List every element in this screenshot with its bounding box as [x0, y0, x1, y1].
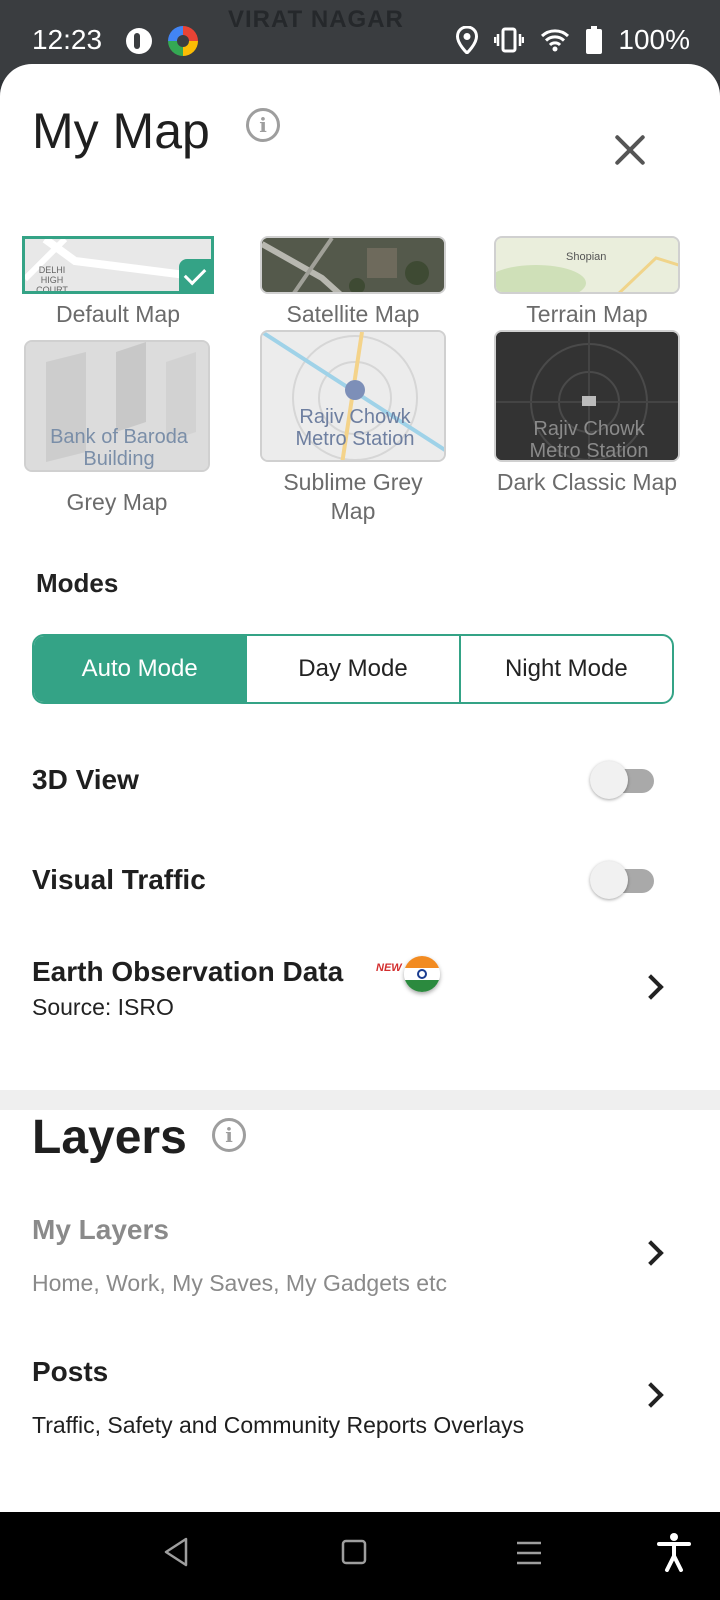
my-map-sheet: My Map i DELHI HIGH COURT Default Map Sa… — [0, 64, 720, 1512]
battery-percent: 100% — [618, 24, 690, 55]
new-badge: NEW — [376, 962, 402, 974]
map-tile-satellite[interactable] — [260, 236, 446, 294]
notification-browser-icon — [168, 26, 198, 56]
map-tile-terrain[interactable]: Shopian — [494, 236, 680, 294]
earth-observation-label: Earth Observation Data — [32, 956, 344, 987]
my-layers-title: My Layers — [32, 1214, 169, 1245]
toggle-knob — [590, 861, 628, 899]
selected-check-icon — [179, 259, 211, 291]
3d-view-toggle[interactable] — [590, 760, 654, 800]
map-tile-dark-classic[interactable]: Rajiv Chowk Metro Station — [494, 330, 680, 462]
3d-view-label: 3D View — [32, 764, 139, 795]
posts-subtitle: Traffic, Safety and Community Reports Ov… — [32, 1412, 525, 1438]
layers-title: Layers — [32, 1111, 187, 1164]
visual-traffic-toggle[interactable] — [590, 860, 654, 900]
tile-text: Rajiv Chowk Metro Station — [529, 418, 649, 462]
chevron-right-icon — [640, 1384, 662, 1406]
auto-mode-button[interactable]: Auto Mode — [34, 636, 246, 702]
posts-title: Posts — [32, 1356, 109, 1387]
notification-app-icon — [126, 28, 152, 54]
section-divider — [0, 1090, 720, 1110]
info-icon[interactable]: i — [246, 108, 280, 142]
map-label-sublime-grey: Sublime Grey Map — [283, 469, 423, 524]
clock: 12:23 — [32, 24, 103, 55]
page-title: My Map — [32, 103, 210, 159]
map-label-terrain: Terrain Map — [526, 301, 648, 327]
battery-icon — [586, 26, 603, 54]
mode-selector: Auto Mode Day Mode Night Mode — [32, 634, 674, 704]
tile-text: DELHI HIGH COURT — [36, 265, 68, 294]
map-background-label: VIRAT NAGAR — [228, 6, 404, 33]
tile-text: Shopian — [566, 251, 607, 263]
navigation-bar — [0, 1512, 720, 1600]
map-label-default: Default Map — [55, 301, 180, 327]
map-tile-sublime-grey[interactable]: Rajiv Chowk Metro Station — [260, 330, 446, 462]
modes-heading: Modes — [36, 568, 119, 598]
wifi-icon — [540, 28, 570, 52]
location-icon — [456, 26, 479, 54]
chevron-right-icon — [640, 1242, 662, 1264]
tile-text: Rajiv Chowk Metro Station — [295, 406, 415, 450]
day-mode-button[interactable]: Day Mode — [245, 636, 458, 702]
chevron-right-icon — [640, 976, 662, 998]
night-mode-button[interactable]: Night Mode — [458, 636, 672, 702]
toggle-knob — [590, 761, 628, 799]
vibrate-icon — [494, 27, 525, 53]
map-tile-default[interactable]: DELHI HIGH COURT — [22, 236, 214, 294]
system-icons: 100% — [456, 24, 690, 56]
map-tile-grey[interactable]: Bank of Baroda Building — [24, 340, 210, 472]
visual-traffic-label: Visual Traffic — [32, 864, 206, 895]
home-icon[interactable] — [340, 1538, 368, 1566]
accessibility-icon[interactable] — [656, 1532, 692, 1572]
layers-info-icon[interactable]: i — [212, 1118, 246, 1152]
map-label-grey: Grey Map — [66, 489, 168, 515]
earth-observation-source: Source: ISRO — [32, 994, 174, 1020]
back-icon[interactable] — [162, 1536, 190, 1568]
my-layers-subtitle: Home, Work, My Saves, My Gadgets etc — [32, 1270, 447, 1296]
close-icon[interactable] — [610, 130, 650, 170]
map-label-dark-classic: Dark Classic Map — [496, 469, 678, 495]
menu-icon[interactable] — [514, 1540, 544, 1566]
tile-text: Bank of Baroda Building — [50, 426, 188, 470]
map-label-satellite: Satellite Map — [286, 301, 420, 327]
isro-flag-icon — [404, 956, 440, 992]
